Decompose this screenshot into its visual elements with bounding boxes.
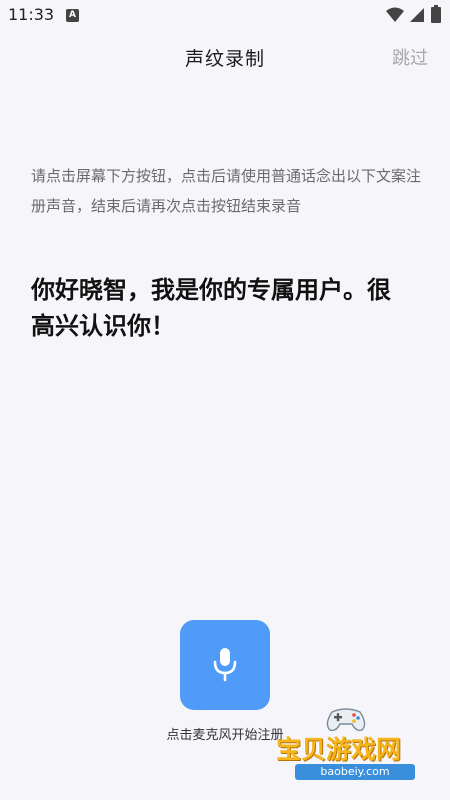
notification-a-icon: A (66, 9, 79, 22)
watermark-url: baobeiy.com (295, 764, 415, 780)
instruction-text: 请点击屏幕下方按钮，点击后请使用普通话念出以下文案注册声音，结束后请再次点击按钮… (31, 167, 422, 215)
page-title: 声纹录制 (184, 48, 265, 70)
status-bar: 11:33 A (0, 0, 450, 32)
wifi-icon (386, 7, 404, 22)
gamepad-icon (326, 708, 366, 732)
status-time: 11:33 (8, 5, 55, 24)
header: 声纹录制 跳过 (0, 36, 450, 80)
watermark-logo: 宝贝游戏网 baobeiy.com (272, 700, 444, 790)
battery-icon (431, 5, 441, 23)
enrollment-phrase: 你好晓智，我是你的专属用户。很高兴认识你！ (31, 276, 391, 340)
signal-icon (410, 8, 424, 22)
microphone-button[interactable] (180, 620, 270, 710)
microphone-icon (213, 648, 237, 682)
skip-button[interactable]: 跳过 (392, 44, 428, 70)
watermark-brand: 宝贝游戏网 (276, 735, 402, 764)
